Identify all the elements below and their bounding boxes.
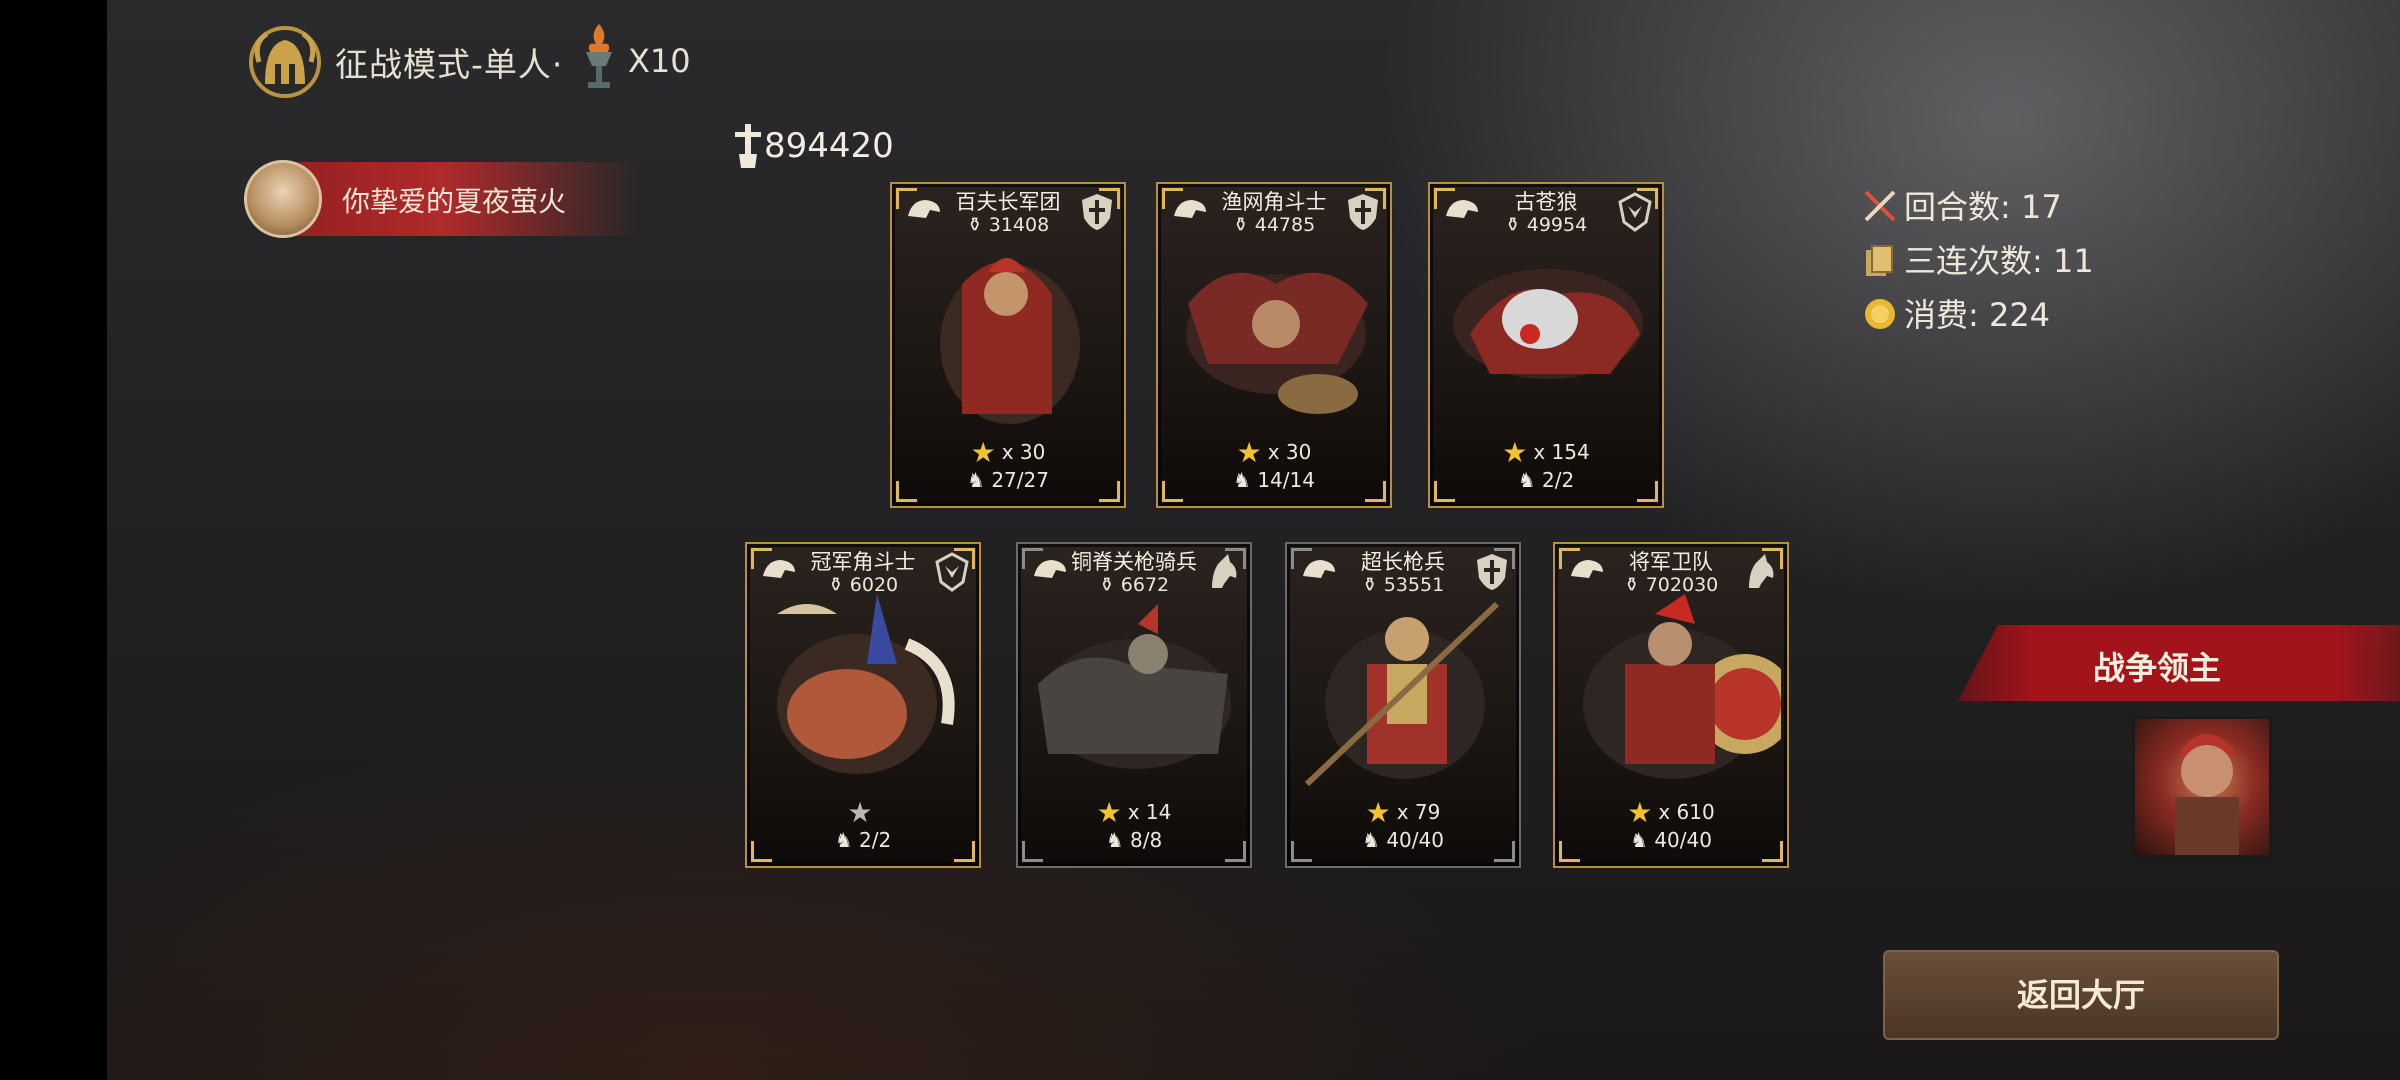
unit-name: 超长枪兵 [1361, 550, 1445, 574]
unit-card-long-pikeman[interactable]: 超长枪兵 ⚱ 53551 ★ x 79 ♞ 40/40 [1285, 542, 1521, 868]
unit-stars: ★ x 30 [970, 436, 1046, 469]
unit-name: 将军卫队 [1629, 550, 1713, 574]
unit-portrait [1038, 604, 1231, 769]
unit-power: ⚱ 49954 [1504, 214, 1588, 236]
multiplier-value: X10 [628, 42, 691, 80]
star-icon: ★ [1096, 796, 1122, 829]
unit-stars: ★ x 14 [1096, 796, 1172, 829]
unit-card-retiarius[interactable]: 渔网角斗士 ⚱ 44785 ★ x 30 ♞ 14/14 [1156, 182, 1392, 508]
star-icon: ★ [1627, 796, 1653, 829]
unit-stars: ★ x 79 [1365, 796, 1441, 829]
unit-power: ⚱ 31408 [966, 214, 1050, 236]
unit-stars: ★ x 154 [1502, 436, 1590, 469]
star-icon: ★ [1502, 436, 1528, 469]
unit-card-general-guard[interactable]: 将军卫队 ⚱ 702030 ★ x 610 ♞ 40/40 [1553, 542, 1789, 868]
power-icon [735, 124, 761, 168]
avatar[interactable] [244, 160, 322, 238]
player-name: 你挚爱的夏夜萤火 [342, 185, 567, 218]
unit-power: ⚱ 44785 [1232, 214, 1316, 236]
unit-portrait [1186, 272, 1368, 414]
total-power: 894420 [764, 126, 894, 166]
unit-name: 铜脊关枪骑兵 [1071, 550, 1197, 574]
unit-card-champion-gladiator[interactable]: 冠军角斗士 ⚱ 6020 ★ ♞ 2/2 [745, 542, 981, 868]
coin-icon [1865, 299, 1895, 329]
war-lord-title: 战争领主 [2093, 649, 2222, 687]
unit-count: ♞ 27/27 [967, 468, 1049, 492]
unit-power: ⚱ 53551 [1361, 574, 1445, 596]
unit-name: 古苍狼 [1514, 190, 1578, 214]
unit-stars: ★ x 610 [1627, 796, 1715, 829]
unit-portrait [1304, 601, 1500, 787]
return-lobby-button[interactable]: 返回大厅 [1883, 950, 2279, 1040]
unit-card-bronze-lancer[interactable]: 铜脊关枪骑兵 ⚱ 6672 ★ x 14 ♞ 8/8 [1016, 542, 1252, 868]
unit-count: ♞ 40/40 [1362, 828, 1444, 852]
torch-icon [586, 24, 612, 88]
unit-name: 冠军角斗士 [810, 550, 916, 574]
stat-cost: 消费: 224 [1862, 290, 2050, 336]
star-icon: ★ [1236, 436, 1262, 469]
unit-count: ♞ 14/14 [1233, 468, 1315, 492]
unit-count: ♞ 40/40 [1630, 828, 1712, 852]
warrior-portrait-icon [2175, 734, 2239, 855]
star-icon: ★ [1365, 796, 1391, 829]
helmet-icon [249, 26, 321, 98]
unit-portrait [1583, 594, 1781, 779]
cards-icon [1866, 245, 1893, 276]
unit-portrait [1453, 269, 1643, 379]
unit-portrait [777, 594, 955, 774]
unit-card-ancient-wolf[interactable]: 古苍狼 ⚱ 49954 ★ x 154 ♞ 2/2 [1428, 182, 1664, 508]
unit-name: 百夫长军团 [955, 190, 1061, 214]
unit-name: 渔网角斗士 [1221, 190, 1327, 214]
unit-power: ⚱ 702030 [1623, 574, 1719, 596]
unit-card-centurion[interactable]: 百夫长军团 ⚱ 31408 ★ x 30 ♞ 27/27 [890, 182, 1126, 508]
star-icon: ★ [970, 436, 996, 469]
unit-power: ⚱ 6020 [827, 574, 899, 596]
unit-count: ♞ 8/8 [1105, 828, 1163, 852]
stat-rounds: 回合数: 17 [1862, 182, 2062, 228]
unit-power: ⚱ 6672 [1098, 574, 1170, 596]
unit-count: ♞ 2/2 [1517, 468, 1575, 492]
stat-triple-streak: 三连次数: 11 [1862, 236, 2094, 282]
mode-title: 征战模式-单人· [335, 45, 564, 84]
unit-stars: ★ x 30 [1236, 436, 1312, 469]
unit-stars: ★ [747, 796, 979, 829]
war-lord-portrait[interactable] [2132, 716, 2272, 858]
unit-count: ♞ 2/2 [834, 828, 892, 852]
star-icon: ★ [847, 796, 873, 829]
unit-portrait [940, 258, 1080, 424]
crossed-swords-icon [1864, 190, 1896, 222]
